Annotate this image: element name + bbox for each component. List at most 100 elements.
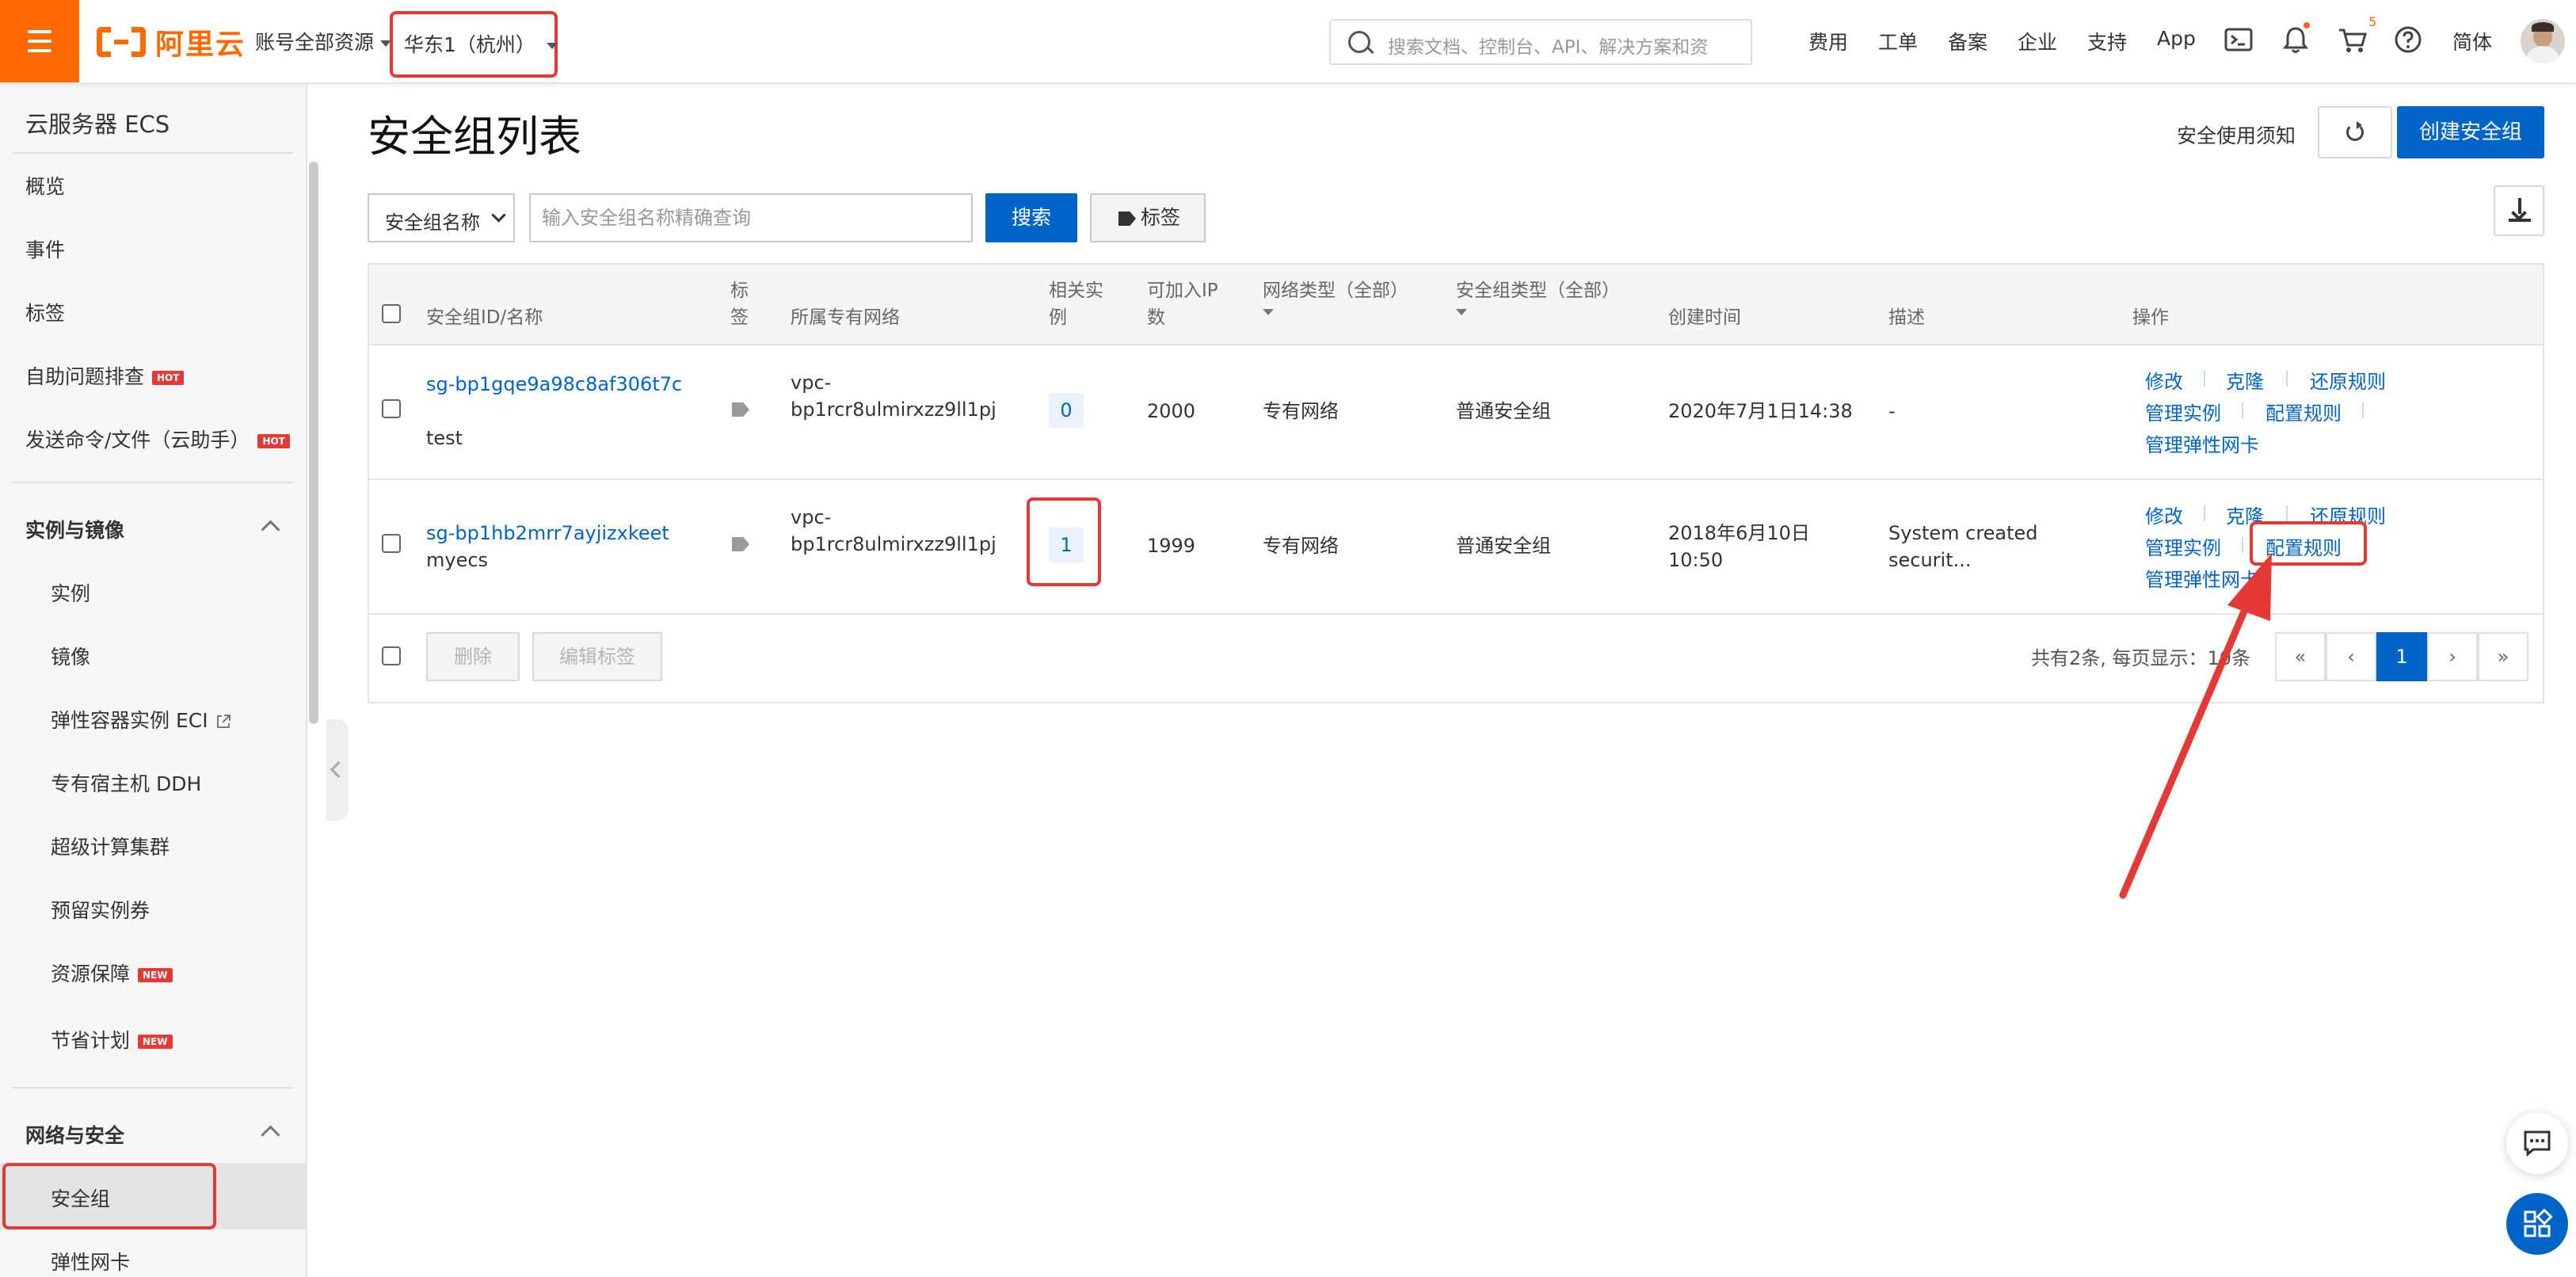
new-badge: NEW [138,1035,173,1049]
cart-icon[interactable] [2337,24,2368,55]
page-last-button[interactable]: » [2478,632,2528,681]
security-group-id-link[interactable]: sg-bp1hb2mrr7ayjizxkeet [426,520,669,547]
divider [13,1087,293,1088]
security-group-id-link[interactable]: sg-bp1gqe9a98c8af306t7c [426,371,682,398]
sidebar-item-label: 弹性容器实例 ECI [51,709,208,732]
sidebar-item-ddh[interactable]: 专有宿主机 DDH [51,768,201,797]
nav-tickets[interactable]: 工单 [1878,27,1918,55]
row-checkbox[interactable] [382,399,401,418]
security-group-name: test [426,427,463,449]
vpc-id-line2: bp1rcr8ulmirxzz9ll1pj [791,398,996,421]
sidebar-item-resource-assurance[interactable]: 资源保障 NEW [51,959,173,987]
refresh-button[interactable] [2318,106,2392,158]
edit-tags-button[interactable]: 编辑标签 [532,632,662,681]
select-all-checkbox[interactable] [382,304,401,323]
aliyun-logo-icon [97,27,146,57]
divider [2204,371,2205,387]
nav-support[interactable]: 支持 [2087,27,2127,55]
language-switch[interactable]: 简体 [2452,27,2492,55]
hot-badge: HOT [257,434,290,448]
header-ip-count: 可加入IP数 [1147,280,1218,328]
menu-icon[interactable] [0,0,79,82]
download-button[interactable] [2494,185,2544,236]
search-icon [1348,31,1370,53]
ip-count: 1999 [1147,535,1196,557]
divider [2286,371,2288,387]
row-checkbox[interactable] [382,534,401,553]
sidebar-item-label: 自助问题排查 [25,365,145,388]
header-desc: 描述 [1888,307,1925,328]
page-1-button[interactable]: 1 [2376,632,2427,681]
avatar[interactable] [2521,19,2565,63]
header-sg-type[interactable]: 安全组类型（全部） [1456,277,1620,315]
tag-filter-button[interactable]: 标签 [1090,193,1206,242]
page-next-button[interactable]: › [2427,632,2478,681]
vpc-id-line2: bp1rcr8ulmirxzz9ll1pj [791,533,996,555]
header-vpc: 所属专有网络 [791,307,900,328]
description: System created [1888,522,2038,544]
sidebar-item-instances[interactable]: 实例 [51,578,90,607]
filter-field-select[interactable]: 安全组名称 [368,193,515,242]
vpc-id-line1: vpc- [791,506,832,528]
sort-caret-icon [1456,309,1467,315]
aliyun-logo[interactable]: 阿里云 [97,22,246,62]
account-resources-dropdown[interactable]: 账号全部资源 [255,27,392,55]
nav-app[interactable]: App [2157,27,2196,50]
sidebar-item-label: 节省计划 [51,1029,131,1052]
description: - [1888,400,1896,422]
sidebar-item-eci[interactable]: 弹性容器实例 ECI [51,705,232,734]
nav-icp-filing[interactable]: 备案 [1948,27,1987,55]
create-security-group-button[interactable]: 创建安全组 [2397,106,2544,158]
modify-link[interactable]: 修改 [2145,366,2183,394]
chat-float-button[interactable] [2506,1112,2568,1174]
search-button[interactable]: 搜索 [985,193,1077,242]
created-time-line2: 10:50 [1668,549,1724,571]
sidebar-item-tags[interactable]: 标签 [25,298,65,326]
sidebar-scrollbar[interactable] [309,162,318,724]
apps-float-button[interactable] [2506,1193,2568,1255]
sidebar-collapse-handle[interactable] [326,719,349,821]
sidebar-item-savings-plan[interactable]: 节省计划 NEW [51,1025,173,1054]
security-group-name: myecs [426,549,489,571]
sidebar-item-scc[interactable]: 超级计算集群 [51,832,170,860]
external-link-icon [216,715,231,728]
nav-enterprise[interactable]: 企业 [2018,27,2057,55]
manage-instances-link[interactable]: 管理实例 [2145,398,2221,425]
security-group-search-input[interactable] [529,193,973,242]
manage-eni-link[interactable]: 管理弹性网卡 [2145,429,2259,457]
created-time: 2018年6月10日 [1668,522,1810,544]
global-search-input[interactable]: 搜索文档、控制台、API、解决方案和资 [1329,19,1752,65]
delete-button[interactable]: 删除 [426,632,520,681]
page-prev-button[interactable]: ‹ [2326,632,2376,681]
sidebar-item-reserved[interactable]: 预留实例券 [51,895,150,924]
sidebar-item-eni[interactable]: 弹性网卡 [51,1247,130,1275]
sidebar-item-overview[interactable]: 概览 [25,171,65,200]
clone-link[interactable]: 克隆 [2226,366,2264,394]
header-network-type[interactable]: 网络类型（全部） [1263,277,1408,315]
related-instances-count[interactable]: 0 [1049,393,1084,428]
bell-icon[interactable] [2280,22,2311,55]
region-selector[interactable]: 华东1（杭州） [390,11,558,78]
help-icon[interactable] [2392,24,2424,55]
sidebar-group-network[interactable]: 网络与安全 [25,1120,124,1149]
sidebar-item-cloud-assistant[interactable]: 发送命令/文件（云助手） HOT [25,425,290,453]
configure-rules-link[interactable]: 配置规则 [2265,398,2342,425]
nav-fees[interactable]: 费用 [1808,27,1848,55]
modify-link[interactable]: 修改 [2145,501,2183,528]
sidebar-item-troubleshoot[interactable]: 自助问题排查 HOT [25,361,185,390]
logo-text: 阿里云 [155,29,246,61]
network-type: 专有网络 [1263,400,1339,422]
security-notice-link[interactable]: 安全使用须知 [2177,120,2296,149]
terminal-icon[interactable] [2223,24,2254,55]
sidebar-item-images[interactable]: 镜像 [51,642,90,670]
vpc-id-line1: vpc- [791,372,832,394]
header-id-name: 安全组ID/名称 [426,307,543,328]
hot-badge: HOT [152,371,185,385]
sidebar-group-instances[interactable]: 实例与镜像 [25,515,124,543]
sidebar-item-events[interactable]: 事件 [25,234,65,263]
divider [13,152,293,154]
restore-rules-link[interactable]: 还原规则 [2310,366,2386,394]
sg-type: 普通安全组 [1456,535,1551,557]
tag-icon [1118,212,1136,226]
footer-select-all-checkbox[interactable] [382,646,401,665]
